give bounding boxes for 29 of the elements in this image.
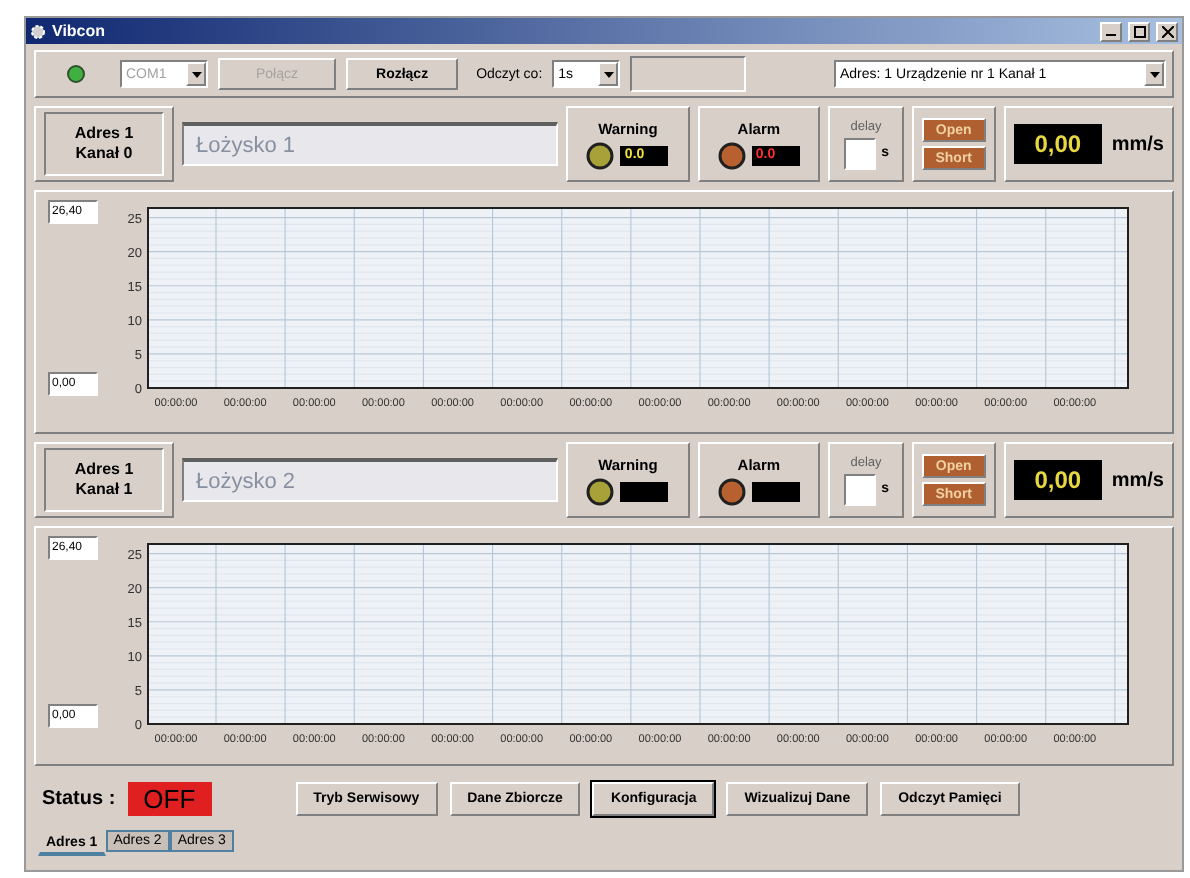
- channel-text: Kanał 1: [75, 480, 133, 500]
- reading-display: [620, 481, 669, 501]
- status-indicator: OFF: [127, 781, 212, 815]
- unit-label: mm/s: [1111, 133, 1164, 155]
- empty-panel: [630, 56, 747, 92]
- app-icon: [30, 23, 46, 39]
- address-text: Adres 1: [74, 460, 134, 480]
- caret-icon: [191, 71, 201, 77]
- lamp-icon: [717, 477, 746, 505]
- minimize-button[interactable]: [1100, 21, 1122, 41]
- maximize-button[interactable]: [1128, 21, 1150, 41]
- window-title: Vibcon: [52, 22, 108, 40]
- value-display: 0,00: [1013, 460, 1102, 500]
- delay-field[interactable]: [843, 137, 876, 169]
- lamp-icon: [586, 141, 615, 169]
- close-icon: [1161, 25, 1173, 37]
- lamp-icon: [586, 477, 615, 505]
- unit-label: mm/s: [1111, 469, 1164, 491]
- address-text: Adres 1: [74, 124, 134, 144]
- reading-display: [751, 481, 800, 501]
- caret-icon: [1149, 71, 1159, 77]
- close-button[interactable]: [1156, 21, 1178, 41]
- value-display: 0,00: [1013, 124, 1102, 164]
- channel-text: Kanał 0: [75, 144, 133, 164]
- lamp-icon: [717, 141, 746, 169]
- maximize-icon: [1133, 25, 1145, 37]
- status-label: Status :: [42, 787, 116, 809]
- delay-field[interactable]: [843, 473, 876, 505]
- caret-icon: [603, 71, 614, 77]
